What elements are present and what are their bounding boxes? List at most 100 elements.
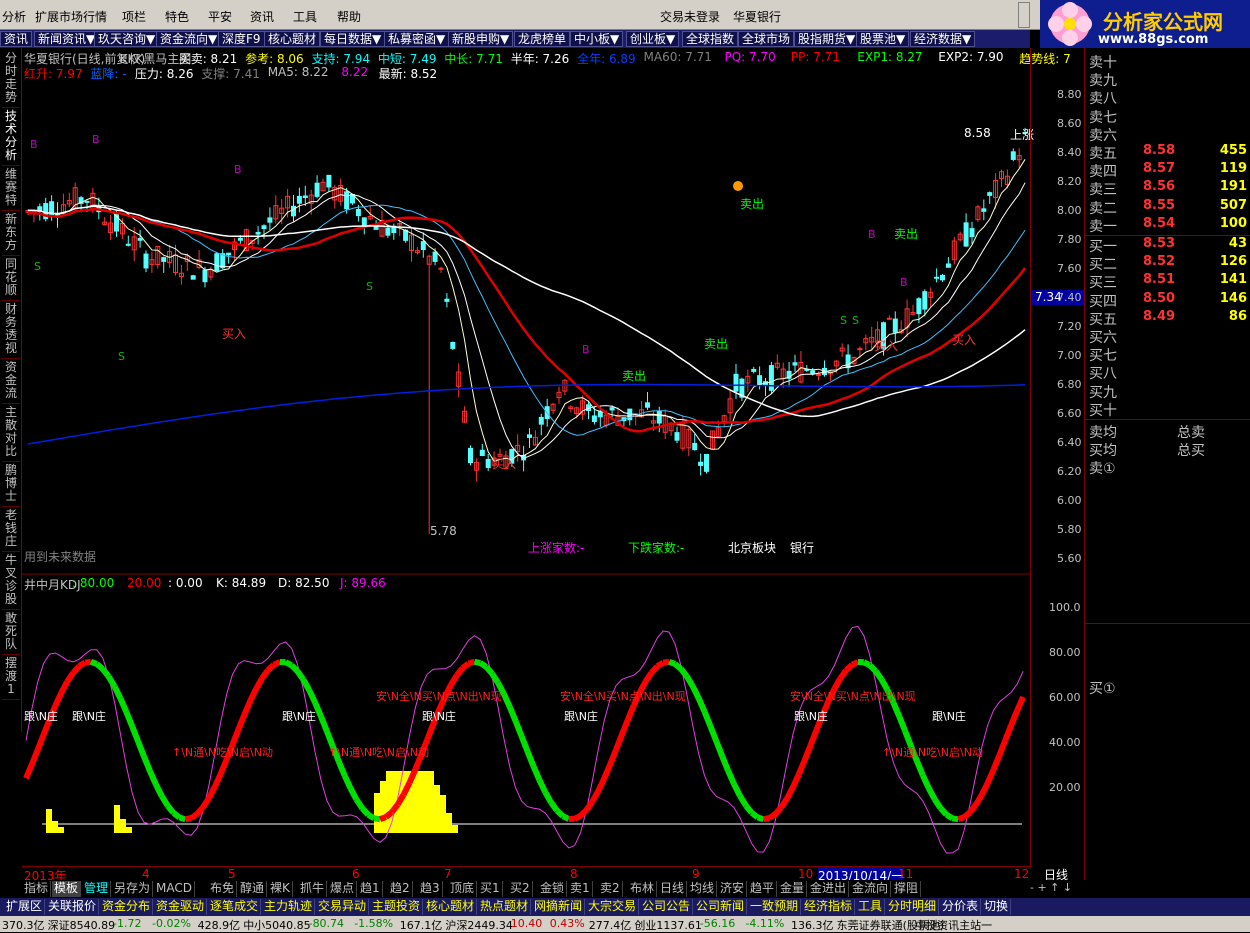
func-tab-14[interactable]: 一致预期 bbox=[748, 899, 801, 915]
func-tab-15[interactable]: 经济指标 bbox=[802, 899, 855, 915]
buy-row[interactable]: 买七 bbox=[1089, 345, 1249, 363]
menu-help[interactable]: 帮助 bbox=[337, 8, 361, 25]
func-tab-13[interactable]: 公司新闻 bbox=[694, 899, 747, 915]
news-tab-1[interactable]: 新闻资讯▼ bbox=[34, 31, 99, 47]
indicator-tab-26[interactable]: 金流向 bbox=[850, 881, 891, 897]
indicator-tab-0[interactable]: 指标 bbox=[22, 881, 51, 897]
menu-news[interactable]: 资讯 bbox=[250, 8, 274, 25]
news-tab-14[interactable]: 股指期货▼ bbox=[794, 31, 859, 47]
func-tab-16[interactable]: 工具 bbox=[856, 899, 885, 915]
chart-area[interactable]: 卖出卖出卖出卖出买入买入买入买入BBBBBBSSSSS跟\N庄跟\N庄跟\N庄跟… bbox=[22, 48, 1030, 868]
side-tab-7[interactable]: 主散对比 bbox=[2, 406, 20, 462]
indicator-tab-2[interactable]: 管理 bbox=[82, 881, 111, 897]
sell-row[interactable]: 卖七 bbox=[1089, 107, 1249, 125]
news-tab-2[interactable]: 玖天咨询▼ bbox=[94, 31, 159, 47]
indicator-tab-20[interactable]: 日线 bbox=[658, 881, 687, 897]
buy-row[interactable]: 买十 bbox=[1089, 400, 1249, 418]
func-tab-10[interactable]: 网摘新闻 bbox=[532, 899, 585, 915]
indicator-tab-4[interactable]: MACD bbox=[154, 881, 195, 897]
func-tab-17[interactable]: 分时明细 bbox=[886, 899, 939, 915]
buy-row[interactable]: 买五8.4986 bbox=[1089, 309, 1249, 327]
news-tab-10[interactable]: 中小板▼ bbox=[570, 31, 623, 47]
indicator-tab-14[interactable]: 买1 bbox=[478, 881, 503, 897]
news-tab-9[interactable]: 龙虎榜单 bbox=[514, 31, 570, 47]
func-tab-19[interactable]: 切换 bbox=[982, 899, 1011, 915]
news-tab-3[interactable]: 资金流向▼ bbox=[156, 31, 221, 47]
side-tab-2[interactable]: 维赛特 bbox=[2, 168, 20, 211]
side-tab-11[interactable]: 敢死队 bbox=[2, 612, 20, 655]
indicator-tab-6[interactable]: 醇通 bbox=[238, 881, 267, 897]
indicator-tab-13[interactable]: 顶底 bbox=[448, 881, 477, 897]
side-tab-12[interactable]: 摆渡1 bbox=[2, 657, 20, 700]
menu-columns[interactable]: 项栏 bbox=[122, 8, 146, 25]
buy-row[interactable]: 买三8.51141 bbox=[1089, 272, 1249, 290]
func-tab-2[interactable]: 资金分布 bbox=[100, 899, 153, 915]
kline-chart[interactable]: 卖出卖出卖出卖出买入买入买入买入BBBBBBSSSSS跟\N庄跟\N庄跟\N庄跟… bbox=[22, 48, 1030, 868]
func-tab-7[interactable]: 主题投资 bbox=[370, 899, 423, 915]
menu-extended-market[interactable]: 扩展市场行情 bbox=[35, 8, 107, 25]
news-tab-8[interactable]: 新股申购▼ bbox=[448, 31, 513, 47]
func-tab-0[interactable]: 扩展区 bbox=[4, 899, 45, 915]
sell-row[interactable]: 卖十 bbox=[1089, 52, 1249, 70]
side-tab-3[interactable]: 新东方 bbox=[2, 213, 20, 256]
sell-row[interactable]: 卖三8.56191 bbox=[1089, 179, 1249, 197]
indicator-tab-24[interactable]: 金量 bbox=[778, 881, 807, 897]
menu-analysis[interactable]: 分析 bbox=[2, 8, 26, 25]
indicator-tab-1[interactable]: 模板 bbox=[52, 881, 81, 897]
buy-row[interactable]: 买二8.52126 bbox=[1089, 254, 1249, 272]
news-tab-4[interactable]: 深度F9 bbox=[218, 31, 265, 47]
buy-row[interactable]: 买六 bbox=[1089, 327, 1249, 345]
side-tab-6[interactable]: 资金流 bbox=[2, 361, 20, 404]
scroll-arrows-icon[interactable]: - + ↑ ↓ bbox=[1030, 881, 1072, 894]
side-tab-0[interactable]: 分时走势 bbox=[2, 52, 20, 108]
login-status[interactable]: 交易未登录 bbox=[660, 8, 720, 25]
func-tab-9[interactable]: 热点题材 bbox=[478, 899, 531, 915]
indicator-tab-15[interactable]: 买2 bbox=[508, 881, 533, 897]
indicator-tab-9[interactable]: 爆点 bbox=[328, 881, 357, 897]
side-tab-10[interactable]: 牛叉诊股 bbox=[2, 554, 20, 610]
indicator-tab-3[interactable]: 另存为 bbox=[112, 881, 153, 897]
buy-row[interactable]: 买八 bbox=[1089, 363, 1249, 381]
func-tab-11[interactable]: 大宗交易 bbox=[586, 899, 639, 915]
sell-row[interactable]: 卖九 bbox=[1089, 70, 1249, 88]
indicator-tab-22[interactable]: 济安 bbox=[718, 881, 747, 897]
func-tab-5[interactable]: 主力轨迹 bbox=[262, 899, 315, 915]
news-tab-13[interactable]: 全球市场 bbox=[738, 31, 794, 47]
news-tab-5[interactable]: 核心题材 bbox=[264, 31, 320, 47]
news-tab-16[interactable]: 经济数据▼ bbox=[910, 31, 975, 47]
side-tab-9[interactable]: 老钱庄 bbox=[2, 509, 20, 552]
buy-row[interactable]: 买九 bbox=[1089, 382, 1249, 400]
indicator-tab-18[interactable]: 卖2 bbox=[598, 881, 623, 897]
buy-row[interactable]: 买一8.5343 bbox=[1089, 236, 1249, 254]
indicator-tab-23[interactable]: 趋平 bbox=[748, 881, 777, 897]
indicator-tab-5[interactable]: 布免 bbox=[208, 881, 237, 897]
window-control[interactable] bbox=[1018, 2, 1030, 28]
func-tab-6[interactable]: 交易异动 bbox=[316, 899, 369, 915]
menu-tools[interactable]: 工具 bbox=[293, 8, 317, 25]
indicator-tab-16[interactable]: 金锁 bbox=[538, 881, 567, 897]
sell-row[interactable]: 卖四8.57119 bbox=[1089, 161, 1249, 179]
news-tab-7[interactable]: 私募密函▼ bbox=[384, 31, 449, 47]
func-tab-4[interactable]: 逐笔成交 bbox=[208, 899, 261, 915]
side-tab-8[interactable]: 鹏博士 bbox=[2, 464, 20, 507]
sell-row[interactable]: 卖八 bbox=[1089, 88, 1249, 106]
news-tab-15[interactable]: 股票池▼ bbox=[856, 31, 909, 47]
buy-row[interactable]: 买四8.50146 bbox=[1089, 291, 1249, 309]
news-tab-12[interactable]: 全球指数 bbox=[682, 31, 738, 47]
menu-pingan[interactable]: 平安 bbox=[208, 8, 232, 25]
func-tab-8[interactable]: 核心题材 bbox=[424, 899, 477, 915]
news-tab-11[interactable]: 创业板▼ bbox=[626, 31, 679, 47]
func-tab-1[interactable]: 关联报价 bbox=[46, 899, 99, 915]
side-tab-4[interactable]: 同花顺 bbox=[2, 258, 20, 301]
menu-features[interactable]: 特色 bbox=[165, 8, 189, 25]
indicator-tab-7[interactable]: 裸K bbox=[268, 881, 293, 897]
func-tab-12[interactable]: 公司公告 bbox=[640, 899, 693, 915]
indicator-tab-10[interactable]: 趋1 bbox=[358, 881, 383, 897]
indicator-tab-25[interactable]: 金进出 bbox=[808, 881, 849, 897]
indicator-tab-27[interactable]: 撑阻 bbox=[892, 881, 921, 897]
func-tab-3[interactable]: 资金驱动 bbox=[154, 899, 207, 915]
indicator-tab-11[interactable]: 趋2 bbox=[388, 881, 413, 897]
sell-row[interactable]: 卖二8.55507 bbox=[1089, 198, 1249, 216]
sell-row[interactable]: 卖一8.54100 bbox=[1089, 216, 1249, 234]
sell-row[interactable]: 卖六 bbox=[1089, 125, 1249, 143]
